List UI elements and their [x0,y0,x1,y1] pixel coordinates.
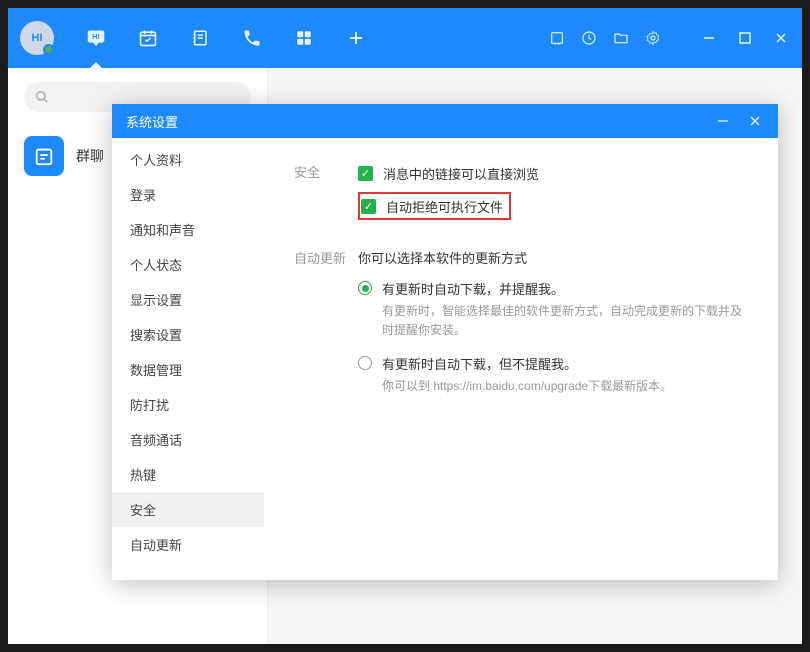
svg-text:H!: H! [92,32,100,41]
radio-unchecked-icon [358,356,372,370]
modal-title: 系统设置 [126,112,178,131]
settings-sidebar-item[interactable]: 登录 [112,177,264,212]
history-icon[interactable] [580,29,598,47]
chat-item-label: 群聊 [76,146,104,166]
settings-sidebar: 个人资料登录通知和声音个人状态显示设置搜索设置数据管理防打扰音频通话热键安全自动… [112,138,264,580]
highlight-box: ✓ 自动拒绝可执行文件 [358,192,511,220]
user-avatar[interactable]: HI [20,21,54,55]
title-bar: HI H! [8,8,802,68]
plus-icon[interactable] [344,26,368,50]
calendar-icon[interactable] [136,26,160,50]
close-button[interactable] [772,29,790,47]
settings-content: 安全 ✓ 消息中的链接可以直接浏览 ✓ 自动拒绝可执行文件 自动更新 [264,138,778,580]
checkbox-label: 自动拒绝可执行文件 [386,197,503,216]
window-controls [548,29,790,47]
phone-icon[interactable] [240,26,264,50]
settings-sidebar-item[interactable]: 通知和声音 [112,212,264,247]
settings-sidebar-item[interactable]: 个人资料 [112,142,264,177]
settings-sidebar-item[interactable]: 防打扰 [112,387,264,422]
settings-sidebar-item[interactable]: 个人状态 [112,247,264,282]
section-title-security: 安全 [294,162,358,206]
settings-sidebar-item[interactable]: 搜索设置 [112,317,264,352]
notebook-icon[interactable] [188,26,212,50]
radio-label: 有更新时自动下载，但不提醒我。 [382,354,577,373]
modal-header[interactable]: 系统设置 [112,104,778,138]
modal-close-button[interactable] [746,112,764,130]
radio-option-auto-remind[interactable]: 有更新时自动下载，并提醒我。 [358,279,748,298]
settings-sidebar-item[interactable]: 显示设置 [112,282,264,317]
settings-sidebar-item[interactable]: 数据管理 [112,352,264,387]
radio-option-no-remind[interactable]: 有更新时自动下载，但不提醒我。 [358,354,748,373]
settings-sidebar-item[interactable]: 音频通话 [112,422,264,457]
settings-modal: 系统设置 个人资料登录通知和声音个人状态显示设置搜索设置数据管理防打扰音频通话热… [112,104,778,580]
settings-sidebar-item[interactable]: 安全 [112,492,264,527]
status-dot-icon [43,44,54,55]
chat-icon[interactable]: H! [84,26,108,50]
avatar-text: HI [32,32,43,44]
modal-minimize-button[interactable] [714,112,732,130]
checkbox-checked-icon: ✓ [358,166,373,181]
radio-desc: 你可以到 https://im.baidu.com/upgrade下载最新版本。 [382,377,748,396]
radio-checked-icon [358,281,372,295]
radio-label: 有更新时自动下载，并提醒我。 [382,279,564,298]
checkbox-label: 消息中的链接可以直接浏览 [383,164,539,183]
checkbox-row-links[interactable]: ✓ 消息中的链接可以直接浏览 [358,162,539,184]
screenshot-icon[interactable] [548,29,566,47]
minimize-button[interactable] [700,29,718,47]
maximize-button[interactable] [736,29,754,47]
checkbox-row-executable[interactable]: ✓ 自动拒绝可执行文件 [361,195,503,217]
search-icon [35,90,49,104]
apps-icon[interactable] [292,26,316,50]
section-title-autoupdate: 自动更新 [294,248,358,397]
update-desc: 你可以选择本软件的更新方式 [358,248,748,267]
settings-icon[interactable] [644,29,662,47]
group-chat-icon [24,136,64,176]
checkbox-checked-icon: ✓ [361,199,376,214]
settings-sidebar-item[interactable]: 热键 [112,457,264,492]
radio-desc: 有更新时，智能选择最佳的软件更新方式，自动完成更新的下载并及时提醒你安装。 [382,302,748,340]
settings-sidebar-item[interactable]: 自动更新 [112,527,264,562]
nav-icons: H! [84,26,368,50]
upgrade-link[interactable]: https://im.baidu.com/upgrade [433,379,588,393]
folder-icon[interactable] [612,29,630,47]
